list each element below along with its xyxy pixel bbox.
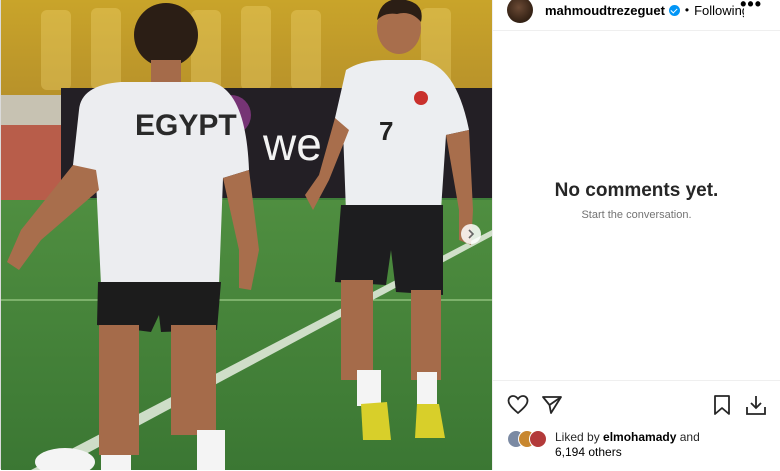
download-icon[interactable]	[744, 393, 768, 417]
post-media[interactable]: we EGYPT 7	[1, 0, 492, 470]
post-header: mahmoudtrezeguet • Following •••	[493, 0, 780, 31]
empty-comments-title: No comments yet.	[554, 180, 719, 201]
verified-icon	[668, 4, 680, 16]
banner-text: we	[262, 118, 322, 170]
likes-others-link[interactable]: 6,194 others	[555, 445, 622, 459]
liker-avatar[interactable]	[529, 430, 547, 448]
liker-avatars	[507, 430, 553, 448]
chevron-right-icon	[468, 229, 475, 239]
avatar[interactable]	[507, 0, 533, 23]
share-icon[interactable]	[540, 393, 564, 417]
liker-username[interactable]: elmohamady	[603, 430, 676, 444]
likes-text: Liked by elmohamady and 6,194 others	[555, 430, 700, 460]
likes-prefix: Liked by	[555, 430, 600, 444]
heart-icon[interactable]	[506, 393, 530, 417]
post-actions: Liked by elmohamady and 6,194 others	[493, 380, 780, 471]
empty-comments-subtitle: Start the conversation.	[581, 209, 692, 221]
jersey-text-left: EGYPT	[135, 109, 237, 142]
jersey-number-right: 7	[379, 116, 393, 146]
likes-joiner: and	[679, 430, 700, 444]
likes-summary: Liked by elmohamady and 6,194 others	[507, 430, 700, 460]
next-photo-button[interactable]	[461, 224, 481, 244]
username-link[interactable]: mahmoudtrezeguet	[545, 3, 665, 18]
following-button[interactable]: Following	[694, 3, 744, 18]
bookmark-icon[interactable]	[710, 393, 734, 417]
comments-panel: mahmoudtrezeguet • Following ••• No comm…	[492, 0, 780, 470]
header-separator: •	[684, 3, 690, 17]
more-icon[interactable]: •••	[740, 0, 762, 15]
post-photo: we EGYPT 7	[1, 0, 492, 470]
empty-comments: No comments yet. Start the conversation.	[493, 180, 780, 221]
